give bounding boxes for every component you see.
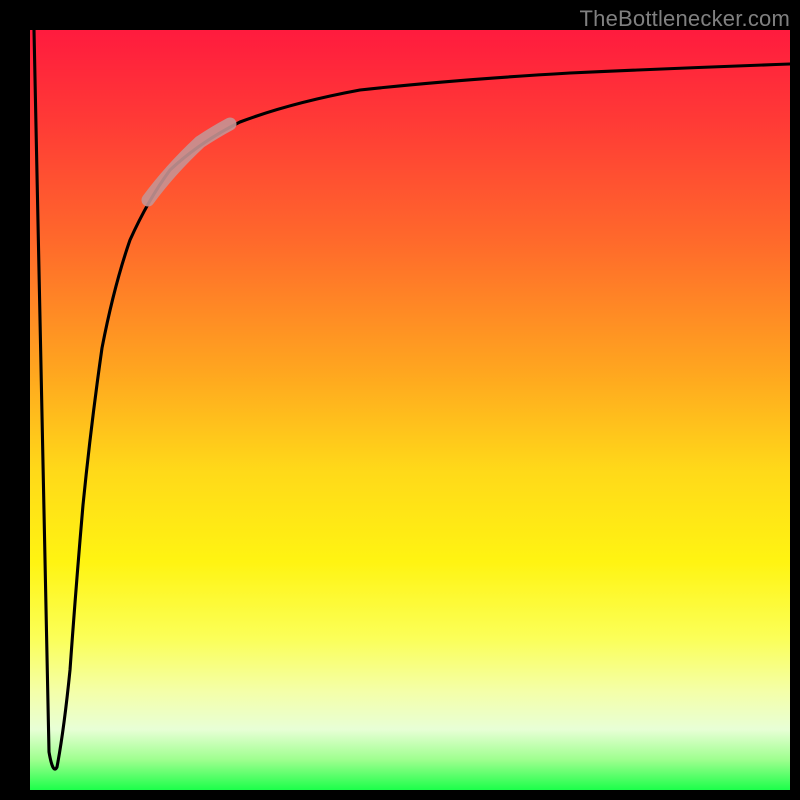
plot-area <box>30 30 790 790</box>
curve-highlight-segment <box>148 124 230 200</box>
bottleneck-curve-svg <box>30 30 790 790</box>
bottleneck-curve <box>34 30 790 769</box>
chart-frame: TheBottlenecker.com <box>0 0 800 800</box>
attribution-label: TheBottlenecker.com <box>580 6 790 32</box>
